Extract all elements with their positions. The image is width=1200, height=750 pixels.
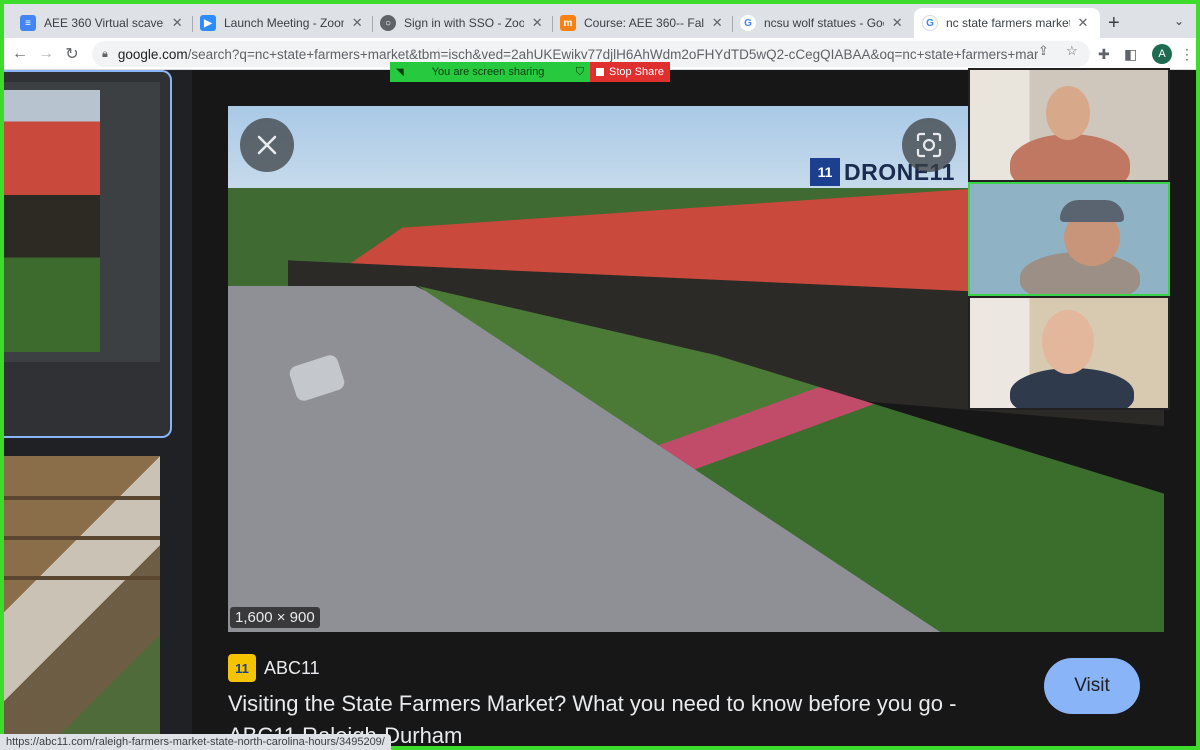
source-name: ABC11 (264, 657, 320, 678)
lock-icon: 🔒︎ (102, 47, 108, 60)
tab-title: Course: AEE 360-- Fall 202 (584, 16, 705, 30)
lens-icon (916, 132, 942, 158)
abc11-logo-icon: 11 (228, 654, 256, 682)
close-icon[interactable]: ✕ (890, 15, 904, 31)
tab-title: Launch Meeting - Zoom (224, 16, 345, 30)
side-panel-icon[interactable]: ◧ (1124, 46, 1137, 63)
close-icon[interactable]: ✕ (170, 15, 184, 31)
tab-aee-scavenger[interactable]: ≡ AEE 360 Virtual scavenger ✕ (12, 8, 192, 38)
profile-avatar[interactable]: A (1152, 44, 1172, 64)
zoom-icon: ▶ (200, 15, 216, 31)
roof-beam (4, 576, 160, 580)
tab-launch-meeting[interactable]: ▶ Launch Meeting - Zoom ✕ (192, 8, 372, 38)
close-icon[interactable]: ✕ (530, 15, 544, 31)
tab-farmers-market[interactable]: G nc state farmers market - G ✕ (914, 8, 1100, 38)
extensions-puzzle-icon[interactable]: ✚ (1098, 46, 1110, 63)
menu-kebab-icon[interactable]: ⋮ (1180, 46, 1194, 63)
google-icon: G (740, 15, 756, 31)
image-dimensions: 1,600 × 900 (230, 607, 320, 628)
participant-head (1046, 86, 1090, 140)
status-bar-url: https://abc11.com/raleigh-farmers-market… (0, 734, 391, 750)
lens-search-button[interactable] (902, 118, 956, 172)
reload-icon[interactable]: ↻ (60, 42, 84, 66)
participant-video-1[interactable] (968, 68, 1170, 182)
participant-video-2[interactable] (968, 182, 1170, 296)
tab-title: AEE 360 Virtual scavenger (44, 16, 164, 30)
share-icon[interactable]: ⇪ (1038, 43, 1049, 59)
tab-strip: ≡ AEE 360 Virtual scavenger ✕ ▶ Launch M… (4, 4, 1196, 38)
abc11-badge: 11 (810, 158, 840, 186)
moodle-icon: m (560, 15, 576, 31)
thumbnail-market-interior[interactable] (4, 456, 160, 746)
forward-arrow-icon[interactable]: → (34, 42, 58, 66)
thumbnail-selected[interactable] (4, 70, 172, 438)
stop-share-button[interactable]: Stop Share (590, 62, 670, 82)
tab-wolf-statues[interactable]: G ncsu wolf statues - Google ✕ (732, 8, 912, 38)
docs-icon: ≡ (20, 15, 36, 31)
close-icon[interactable]: ✕ (1076, 15, 1090, 31)
tab-search-chevron-icon[interactable]: ⌄ (1174, 14, 1184, 28)
close-icon[interactable]: ✕ (710, 15, 724, 31)
url-host: google.com (117, 46, 188, 62)
participant-video-3[interactable] (968, 296, 1170, 410)
address-url: google.com/search?q=nc+state+farmers+mar… (118, 47, 1038, 62)
screen-share-frame: ≡ AEE 360 Virtual scavenger ✕ ▶ Launch M… (4, 4, 1196, 746)
screen-sharing-status[interactable]: ◥ You are screen sharing ⛉ (390, 62, 590, 82)
tab-course-aee[interactable]: m Course: AEE 360-- Fall 202 ✕ (552, 8, 732, 38)
source-site[interactable]: 11 ABC11 (228, 654, 320, 682)
roof-beam (4, 496, 160, 500)
tab-title: ncsu wolf statues - Google (764, 16, 884, 30)
zoom-share-bar: ◥ You are screen sharing ⛉ Stop Share (390, 62, 670, 82)
tab-title: nc state farmers market - G (946, 16, 1070, 30)
participant-body (1010, 134, 1130, 180)
close-preview-button[interactable] (240, 118, 294, 172)
google-icon: G (922, 15, 938, 31)
cap-icon (1060, 200, 1124, 222)
participant-body (1010, 368, 1134, 408)
tab-sign-in-sso[interactable]: ○ Sign in with SSO - Zoom ✕ (372, 8, 552, 38)
visit-button[interactable]: Visit (1044, 658, 1140, 714)
tab-title: Sign in with SSO - Zoom (404, 16, 525, 30)
url-path: /search?q=nc+state+farmers+market&tbm=is… (187, 46, 1038, 62)
sharing-status-text: You are screen sharing (431, 66, 545, 78)
stop-share-label: Stop Share (609, 66, 665, 78)
share-screen-icon: ◥ (396, 66, 404, 78)
bookmark-star-icon[interactable]: ☆ (1066, 43, 1078, 59)
roof-beam (4, 536, 160, 540)
close-icon[interactable]: ✕ (350, 15, 364, 31)
globe-icon: ○ (380, 15, 396, 31)
shield-icon: ⛉ (575, 65, 584, 78)
stop-square-icon (596, 68, 604, 76)
close-icon (257, 135, 277, 155)
new-tab-button[interactable]: + (1108, 12, 1120, 35)
back-arrow-icon[interactable]: ← (8, 42, 32, 66)
thumbnail-image (4, 90, 100, 352)
participant-head (1042, 310, 1094, 374)
